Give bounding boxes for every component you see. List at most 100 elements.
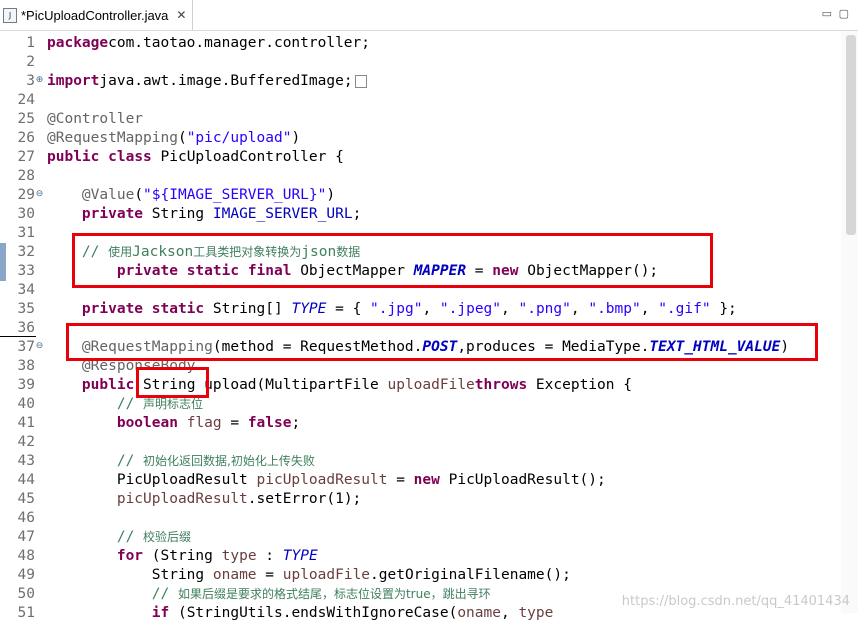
code-text: @Controller <box>47 110 143 129</box>
code-line[interactable]: 25 @Controller <box>0 110 858 129</box>
code-line[interactable]: 2 <box>0 53 858 72</box>
line-number: 50 <box>17 586 35 602</box>
collapse-fold-icon[interactable]: ⊖ <box>35 190 44 199</box>
code-text: for (String type : TYPE <box>47 547 318 566</box>
close-icon[interactable]: ✕ <box>176 8 186 22</box>
folded-code-icon[interactable] <box>354 74 367 88</box>
code-line[interactable]: 35 private static String[] TYPE = { ".jp… <box>0 300 858 319</box>
code-text: // 校验后缀 <box>47 528 191 547</box>
code-text: @Value("${IMAGE_SERVER_URL}") <box>47 186 335 205</box>
code-token: , <box>422 301 440 317</box>
code-line[interactable]: 30 private String IMAGE_SERVER_URL; <box>0 205 858 224</box>
collapse-fold-icon[interactable]: ⊖ <box>35 342 44 351</box>
code-token: @Value <box>81 187 135 203</box>
code-token: ; <box>291 415 301 431</box>
code-text: String oname = uploadFile.getOriginalFil… <box>47 566 571 585</box>
code-token: @RequestMapping <box>47 130 178 146</box>
code-line[interactable]: 46 <box>0 509 858 528</box>
code-token: = <box>256 567 283 583</box>
code-token: "${IMAGE_SERVER_URL}" <box>143 187 327 203</box>
code-line[interactable]: 42 <box>0 433 858 452</box>
code-token: uploadFile <box>282 567 371 583</box>
tab-picuploadcontroller[interactable]: J *PicUploadController.java ✕ <box>0 0 193 30</box>
code-line[interactable]: 27 public class PicUploadController { <box>0 148 858 167</box>
line-number: 24 <box>17 92 35 108</box>
code-token: ".gif" <box>658 301 711 317</box>
line-number: 45 <box>17 491 35 507</box>
code-token: new <box>413 472 440 488</box>
code-line[interactable]: 26 @RequestMapping("pic/upload") <box>0 129 858 148</box>
editor-tab-bar: J *PicUploadController.java ✕ ▭ ▢ <box>0 0 858 31</box>
line-number: 1 <box>26 35 35 51</box>
code-token: ".bmp" <box>588 301 641 317</box>
highlight-box-mapper <box>72 233 713 288</box>
code-text: public String upload(MultipartFile uploa… <box>47 376 632 395</box>
line-number: 28 <box>17 168 35 184</box>
highlight-box-requestmapping <box>66 323 818 361</box>
code-token: TYPE <box>282 548 318 564</box>
line-number: 41 <box>17 415 35 431</box>
line-number: 31 <box>17 225 35 241</box>
code-line[interactable]: 28 <box>0 167 858 186</box>
code-token: 声明标志位 <box>143 397 204 411</box>
vertical-scrollbar[interactable] <box>841 31 858 613</box>
code-token: PicUploadResult(); <box>439 472 606 488</box>
code-token: // <box>116 396 144 412</box>
code-line[interactable]: 48 for (String type : TYPE <box>0 547 858 566</box>
line-number: 30 <box>17 206 35 222</box>
code-line[interactable]: 24 <box>0 91 858 110</box>
code-line[interactable]: 47 // 校验后缀 <box>0 528 858 547</box>
line-separator <box>0 336 36 337</box>
code-token: // <box>116 529 144 545</box>
code-token: throws <box>474 377 528 393</box>
code-line[interactable]: 44 PicUploadResult picUploadResult = new… <box>0 471 858 490</box>
code-token: }; <box>710 301 737 317</box>
code-token: ".jpeg" <box>439 301 502 317</box>
code-line[interactable]: 40 // 声明标志位 <box>0 395 858 414</box>
line-number: 48 <box>17 548 35 564</box>
code-text: private static String[] TYPE = { ".jpg",… <box>47 300 737 319</box>
code-line[interactable]: 3 ⊕ importjava.awt.image.BufferedImage; <box>0 72 858 91</box>
code-line[interactable]: 41 boolean flag = false; <box>0 414 858 433</box>
code-line[interactable]: 39 public String upload(MultipartFile up… <box>0 376 858 395</box>
code-token: type <box>221 548 257 564</box>
code-token: oname <box>457 605 501 621</box>
maximize-icon[interactable]: ▢ <box>839 7 849 20</box>
code-token: flag <box>186 415 222 431</box>
code-line[interactable]: 29 ⊖ @Value("${IMAGE_SERVER_URL}") <box>0 186 858 205</box>
code-text: PicUploadResult picUploadResult = new Pi… <box>47 471 606 490</box>
code-token: public <box>47 149 100 165</box>
code-text: // 如果后缀是要求的格式结尾，标志位设置为true，跳出寻环 <box>47 585 491 604</box>
line-number: 49 <box>17 567 35 583</box>
code-token: // <box>151 586 178 602</box>
minimize-icon[interactable]: ▭ <box>822 7 832 20</box>
code-line[interactable]: 49 String oname = uploadFile.getOriginal… <box>0 566 858 585</box>
code-token: java.awt.image.BufferedImage; <box>99 73 353 89</box>
line-number: 3 <box>26 73 35 89</box>
line-number: 40 <box>17 396 35 412</box>
code-token: static <box>151 301 205 317</box>
code-token: com.taotao.manager.controller; <box>108 35 371 51</box>
code-token: = <box>387 472 414 488</box>
line-number: 2 <box>26 54 35 70</box>
line-number: 29 <box>17 187 35 203</box>
code-line[interactable]: 45 picUploadResult.setError(1); <box>0 490 858 509</box>
expand-fold-icon[interactable]: ⊕ <box>35 76 44 85</box>
code-line[interactable]: 43 // 初始化返回数据,初始化上传失败 <box>0 452 858 471</box>
code-token: ".png" <box>518 301 571 317</box>
line-number: 35 <box>17 301 35 317</box>
code-editor[interactable]: 1 packagecom.taotao.manager.controller; 2 3… <box>0 31 858 621</box>
code-token: // <box>116 453 144 469</box>
scrollbar-thumb[interactable] <box>846 35 856 235</box>
code-token: import <box>47 73 100 89</box>
code-line[interactable]: 1 packagecom.taotao.manager.controller; <box>0 34 858 53</box>
code-token: class <box>108 149 152 165</box>
code-token: (StringUtils.endsWithIgnoreCase( <box>169 605 458 621</box>
